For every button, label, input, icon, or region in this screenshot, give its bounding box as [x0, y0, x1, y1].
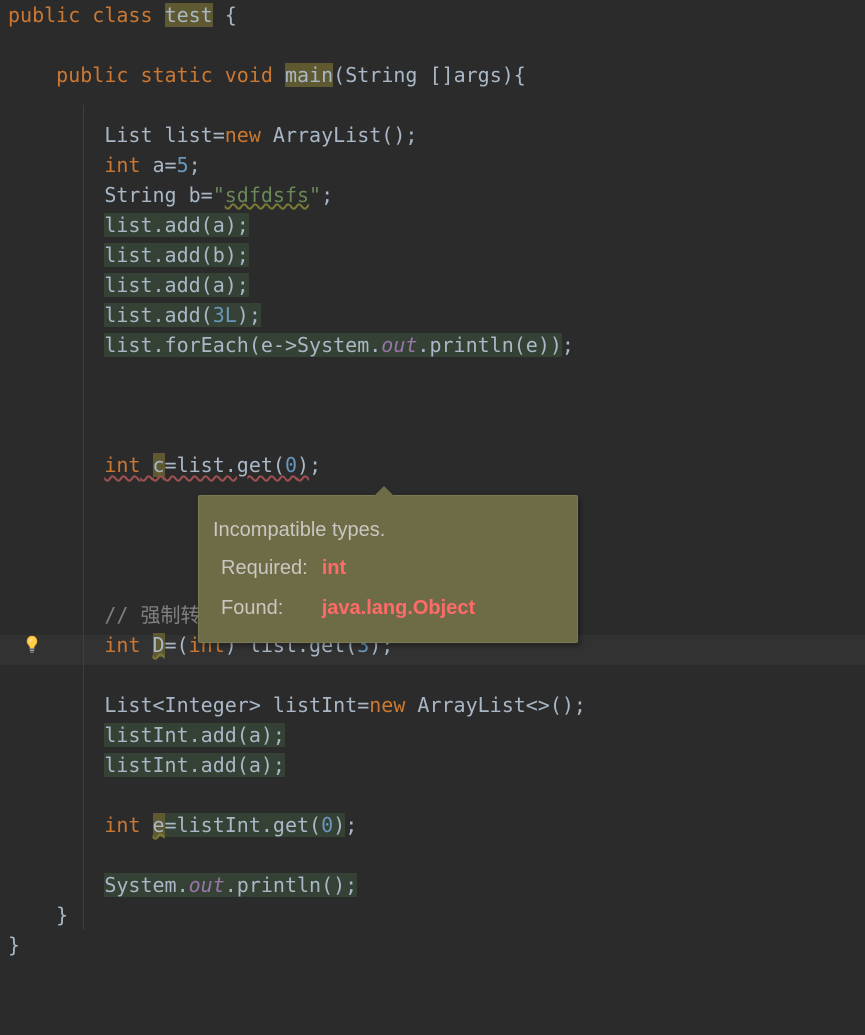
code-area[interactable]: public class test { public static void m…	[8, 0, 586, 960]
line-8: list.add(a);	[8, 273, 249, 297]
line-1: public class test {	[8, 3, 237, 27]
line-10: list.forEach(e->System.out.println(e));	[8, 333, 574, 357]
code-editor[interactable]: public class test { public static void m…	[0, 0, 865, 1035]
tooltip-title: Incompatible types.	[213, 512, 563, 548]
line-7: list.add(b);	[8, 243, 249, 267]
line-error: int c=list.get(0);	[8, 453, 321, 477]
line-2: public static void main(String []args){	[8, 63, 526, 87]
line-comment: // 强制转换	[8, 603, 220, 627]
line-17: int e=listInt.get(0);	[8, 813, 357, 837]
tooltip-found-label: Found:	[213, 588, 314, 628]
tooltip-pointer-icon	[374, 486, 394, 496]
line-16: listInt.add(a);	[8, 753, 285, 777]
line-4: int a=5;	[8, 153, 201, 177]
line-5: String b="sdfdsfs";	[8, 183, 333, 207]
line-20: }	[8, 933, 20, 957]
tooltip-found-type: java.lang.Object	[322, 597, 475, 619]
line-9: list.add(3L);	[8, 303, 261, 327]
line-6: list.add(a);	[8, 213, 249, 237]
line-3: List list=new ArrayList();	[8, 123, 417, 147]
line-14: List<Integer> listInt=new ArrayList<>();	[8, 693, 586, 717]
tooltip-required-label: Required:	[213, 548, 314, 588]
line-18: System.out.println();	[8, 873, 357, 897]
line-15: listInt.add(a);	[8, 723, 285, 747]
error-tooltip: Incompatible types. Required: int Found:…	[198, 495, 578, 643]
line-19: }	[8, 903, 68, 927]
tooltip-required-type: int	[322, 557, 346, 579]
tooltip-table: Required: int Found: java.lang.Object	[213, 548, 481, 628]
